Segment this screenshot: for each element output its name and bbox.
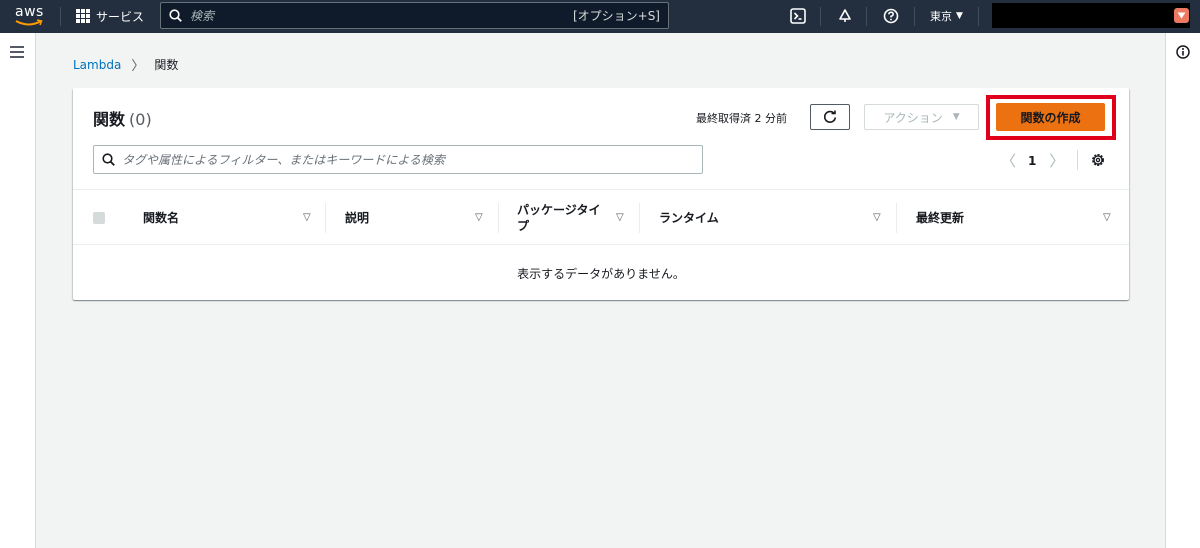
caret-down-icon: ▼: [952, 112, 960, 122]
global-search-input[interactable]: [190, 8, 573, 23]
create-function-label: 関数の作成: [1020, 110, 1081, 125]
column-divider: [325, 203, 326, 233]
pager-divider: [1077, 150, 1078, 170]
column-divider: [498, 203, 499, 233]
pagination: 〈 1 〉: [1001, 150, 1064, 171]
create-function-button[interactable]: 関数の作成: [996, 103, 1105, 131]
aws-logo[interactable]: aws: [12, 2, 46, 30]
panel-title-text: 関数: [93, 110, 126, 129]
filter-input[interactable]: [122, 152, 694, 167]
column-label: ランタイム: [659, 211, 719, 225]
column-header-last-modified[interactable]: 最終更新: [916, 190, 1096, 246]
nav-divider: [914, 7, 915, 26]
gear-icon[interactable]: [1090, 152, 1106, 168]
right-help-rail: [1165, 33, 1200, 548]
region-label: 東京: [930, 10, 952, 23]
menu-icon[interactable]: [10, 46, 24, 58]
region-selector[interactable]: 東京 ▼: [930, 8, 963, 24]
column-divider: [639, 203, 640, 233]
panel-title: 関数 (0): [93, 106, 152, 130]
nav-divider: [820, 7, 821, 26]
caret-down-icon: [1177, 12, 1186, 19]
global-search[interactable]: [オプション+S]: [160, 2, 669, 29]
sort-icon[interactable]: ▽: [616, 212, 624, 223]
nav-divider: [60, 7, 61, 26]
next-page-button[interactable]: 〉: [1049, 150, 1064, 171]
search-shortcut-hint: [オプション+S]: [572, 9, 660, 23]
filter-box[interactable]: [93, 145, 703, 174]
info-icon[interactable]: [1176, 45, 1190, 59]
column-header-runtime[interactable]: ランタイム: [659, 190, 869, 246]
page-number-button[interactable]: 1: [1028, 154, 1036, 168]
notifications-button[interactable]: [835, 6, 855, 26]
column-header-description[interactable]: 説明: [345, 190, 475, 246]
top-navigation: aws サービス [オプション+S]: [0, 0, 1200, 33]
column-header-package-type[interactable]: パッケージタイプ: [517, 190, 607, 246]
account-menu[interactable]: [992, 3, 1190, 28]
column-label: 説明: [345, 211, 370, 225]
select-all-checkbox[interactable]: [93, 212, 105, 224]
search-icon: [169, 9, 182, 22]
column-header-function-name[interactable]: 関数名: [143, 190, 313, 246]
sort-icon[interactable]: ▽: [303, 212, 311, 223]
column-label: 最終更新: [916, 211, 965, 225]
nav-divider: [978, 7, 979, 26]
breadcrumb-current: 関数: [154, 58, 179, 72]
cloudshell-button[interactable]: [788, 6, 808, 26]
actions-label: アクション: [883, 110, 943, 125]
table-header: 関数名 ▽ 説明 ▽ パッケージタイプ ▽ ランタイム ▽ 最終更新 ▽: [73, 189, 1129, 245]
previous-page-button[interactable]: 〈: [1001, 150, 1016, 171]
cloudshell-icon: [790, 8, 806, 24]
account-badge: [1174, 8, 1189, 23]
bell-icon: [839, 9, 851, 22]
services-menu-button[interactable]: サービス: [76, 6, 144, 26]
actions-button[interactable]: アクション ▼: [864, 104, 979, 130]
empty-table-message: 表示するデータがありません。: [73, 246, 1129, 300]
search-icon: [102, 153, 115, 166]
empty-message-text: 表示するデータがありません。: [517, 266, 685, 281]
services-label: サービス: [96, 9, 145, 24]
refresh-icon: [823, 110, 837, 123]
refresh-button[interactable]: [810, 104, 850, 130]
help-icon: [883, 8, 899, 24]
function-count: (0): [129, 110, 152, 129]
functions-panel: 関数(0) 最終取得済 2 分前 アクション ▼ 関数の作成 〈 1 〉: [73, 88, 1129, 300]
chevron-right-icon: 〉: [131, 59, 145, 74]
sort-icon[interactable]: ▽: [475, 212, 483, 223]
caret-down-icon: ▼: [956, 11, 963, 21]
breadcrumb-lambda-link[interactable]: Lambda: [73, 58, 121, 72]
aws-smile-icon: [15, 19, 43, 26]
last-fetched-text: 最終取得済 2 分前: [696, 112, 787, 125]
column-label: パッケージタイプ: [517, 203, 601, 233]
sort-icon[interactable]: ▽: [873, 212, 881, 223]
nav-divider: [866, 7, 867, 26]
services-grid-icon: [76, 9, 90, 23]
column-label: 関数名: [143, 211, 180, 225]
column-divider: [896, 203, 897, 233]
sort-icon[interactable]: ▽: [1103, 212, 1111, 223]
left-navigation-rail: [0, 33, 36, 548]
help-button[interactable]: [881, 6, 901, 26]
breadcrumb: Lambda 〉 関数: [73, 55, 179, 75]
